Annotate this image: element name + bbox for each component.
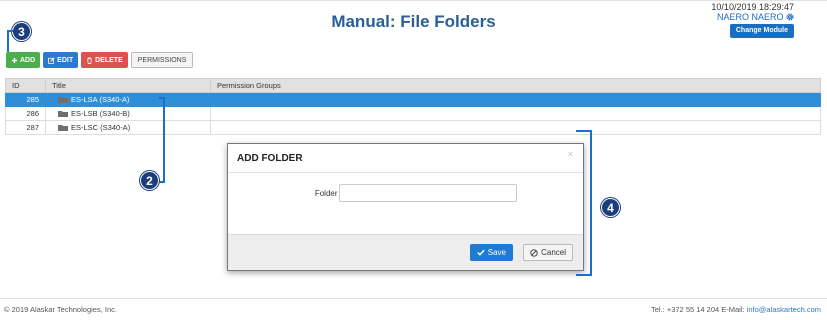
footer-email-link[interactable]: info@alaskartech.com: [747, 305, 821, 314]
row-id: 286: [5, 106, 46, 121]
change-module-button[interactable]: Change Module: [729, 24, 794, 38]
top-divider: [0, 0, 827, 1]
folder-icon: [58, 125, 68, 131]
column-header-id[interactable]: ID: [5, 78, 46, 93]
edit-button-label: EDIT: [57, 56, 74, 64]
folders-table: ID Title Permission Groups 285 ES-LSA (S…: [5, 78, 821, 135]
plus-icon: [11, 57, 18, 63]
row-title-text: ES-LSB (S340-B): [71, 109, 130, 118]
callout-badge-4: 4: [601, 198, 620, 217]
trash-icon: [87, 56, 92, 64]
callout-bracket-2: [159, 97, 165, 183]
row-title: ES-LSA (S340-A): [45, 92, 211, 107]
row-id: 285: [5, 92, 46, 107]
row-title: ES-LSC (S340-A): [45, 120, 211, 135]
row-title: ES-LSB (S340-B): [45, 106, 211, 121]
row-permission-groups: [210, 120, 821, 135]
callout-bracket-4: [576, 130, 592, 276]
permissions-button[interactable]: PERMISSIONS: [130, 52, 194, 68]
callout-badge-3: 3: [12, 22, 31, 41]
add-folder-dialog: ADD FOLDER × Folder Title: * Save Cancel: [227, 143, 584, 271]
table-row[interactable]: 287 ES-LSC (S340-A): [5, 120, 821, 135]
header-user-line: NAERO NAERO: [711, 12, 794, 22]
save-button[interactable]: Save: [469, 244, 513, 261]
footer-divider: [0, 298, 827, 299]
close-icon[interactable]: ×: [568, 149, 573, 159]
dialog-header: ADD FOLDER ×: [228, 144, 583, 173]
table-row[interactable]: 285 ES-LSA (S340-A): [5, 92, 821, 107]
delete-button[interactable]: DELETE: [81, 52, 128, 68]
footer-copyright: © 2019 Alaskar Technologies, Inc.: [4, 305, 117, 314]
dialog-title: ADD FOLDER: [237, 153, 303, 164]
toolbar: ADD EDIT DELETE PERMISSIONS: [6, 52, 194, 68]
callout-bracket-3: [7, 30, 13, 52]
row-id: 287: [5, 120, 46, 135]
save-button-label: Save: [487, 248, 506, 257]
column-header-title[interactable]: Title: [45, 78, 211, 93]
footer-contact: Tel.: +372 55 14 204 E-Mail: info@alaska…: [651, 305, 821, 314]
row-title-text: ES-LSA (S340-A): [71, 95, 130, 104]
table-row[interactable]: 286 ES-LSB (S340-B): [5, 106, 821, 121]
header-user-panel: 10/10/2019 18:29:47 NAERO NAERO Change M…: [711, 2, 794, 38]
gear-icon[interactable]: [786, 13, 794, 21]
delete-button-label: DELETE: [95, 56, 123, 64]
header-datetime: 10/10/2019 18:29:47: [711, 2, 794, 12]
folder-icon: [58, 111, 68, 117]
footer-contact-text: Tel.: +372 55 14 204 E-Mail:: [651, 305, 747, 314]
row-title-text: ES-LSC (S340-A): [71, 123, 131, 132]
table-header-row: ID Title Permission Groups: [5, 78, 821, 93]
page-title: Manual: File Folders: [331, 12, 496, 31]
column-header-permission-groups[interactable]: Permission Groups: [210, 78, 821, 93]
cancel-button[interactable]: Cancel: [523, 244, 573, 261]
add-button-label: ADD: [20, 56, 36, 64]
ban-icon: [530, 248, 538, 257]
callout-badge-2: 2: [140, 171, 159, 190]
check-icon: [477, 249, 485, 256]
add-button[interactable]: ADD: [6, 52, 41, 68]
row-permission-groups: [210, 106, 821, 121]
user-name-link[interactable]: NAERO NAERO: [717, 12, 784, 22]
row-permission-groups: [210, 92, 821, 107]
edit-icon: [48, 56, 55, 64]
edit-button[interactable]: EDIT: [43, 52, 79, 68]
folder-title-input[interactable]: [339, 184, 517, 202]
folder-icon: [58, 97, 68, 103]
dialog-footer: Save Cancel: [228, 234, 583, 270]
cancel-button-label: Cancel: [541, 248, 566, 257]
dialog-body: Folder Title: *: [228, 173, 583, 235]
